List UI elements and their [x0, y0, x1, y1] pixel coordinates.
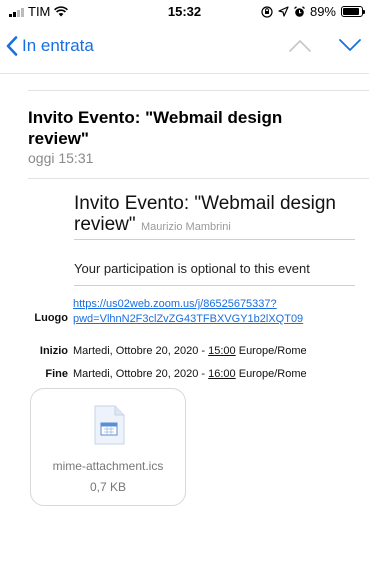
email-subject: Invito Evento: "Webmail design review"	[28, 108, 283, 148]
nav-bar: In entrata	[0, 24, 369, 74]
attachment-size: 0,7 KB	[89, 480, 127, 494]
start-date: Martedi, Ottobre 20, 2020 -	[73, 345, 209, 357]
battery-percent: 89%	[309, 4, 336, 19]
location-label: Luogo	[34, 312, 68, 324]
email-date: oggi 15:31	[28, 150, 94, 166]
end-label: Fine	[45, 368, 68, 380]
calendar-file-icon	[94, 405, 125, 445]
start-value: Martedi, Ottobre 20, 2020 - 15:00 Europe…	[73, 345, 307, 357]
alarm-icon	[294, 5, 305, 17]
end-date: Martedi, Ottobre 20, 2020 -	[73, 368, 209, 380]
location-url-line2: pwd=VlhnN2F3clZvZG43TFBXVGY1b2lXQT09	[73, 313, 304, 325]
invite-title: Invito Evento: "Webmail design review" M…	[74, 193, 344, 238]
subject-divider	[28, 178, 369, 179]
invite-divider-bottom	[74, 285, 355, 286]
participation-note: Your participation is optional to this e…	[74, 261, 310, 276]
invite-organizer: Maurizio Mambrini	[140, 221, 231, 233]
battery-icon	[341, 6, 365, 17]
end-tz: Europe/Rome	[235, 368, 307, 380]
start-tz: Europe/Rome	[235, 345, 307, 357]
start-label: Inizio	[39, 345, 68, 357]
orientation-lock-icon	[261, 5, 273, 18]
attachment-name: mime-attachment.ics	[52, 459, 164, 473]
attachment-card[interactable]: mime-attachment.ics 0,7 KB	[30, 388, 186, 506]
location-value: https://us02web.zoom.us/j/86525675337? p…	[73, 297, 363, 327]
location-url-line1: https://us02web.zoom.us/j/86525675337?	[73, 298, 277, 310]
battery-fill	[343, 8, 360, 15]
message-nav	[289, 39, 361, 52]
back-button[interactable]: In entrata	[6, 36, 94, 56]
previous-message-button[interactable]	[289, 39, 311, 52]
status-bar: TIM 15:32 89%	[0, 0, 369, 22]
location-icon	[278, 6, 289, 17]
end-value: Martedi, Ottobre 20, 2020 - 16:00 Europe…	[73, 368, 307, 380]
invite-divider-top	[74, 239, 355, 240]
back-label: In entrata	[22, 36, 94, 55]
next-message-button[interactable]	[339, 39, 361, 52]
end-time[interactable]: 16:00	[208, 368, 236, 380]
start-time[interactable]: 15:00	[208, 345, 236, 357]
header-divider	[28, 90, 369, 91]
location-link[interactable]: https://us02web.zoom.us/j/86525675337? p…	[73, 297, 363, 327]
chevron-left-icon	[6, 36, 18, 56]
status-right: 89%	[261, 4, 365, 19]
